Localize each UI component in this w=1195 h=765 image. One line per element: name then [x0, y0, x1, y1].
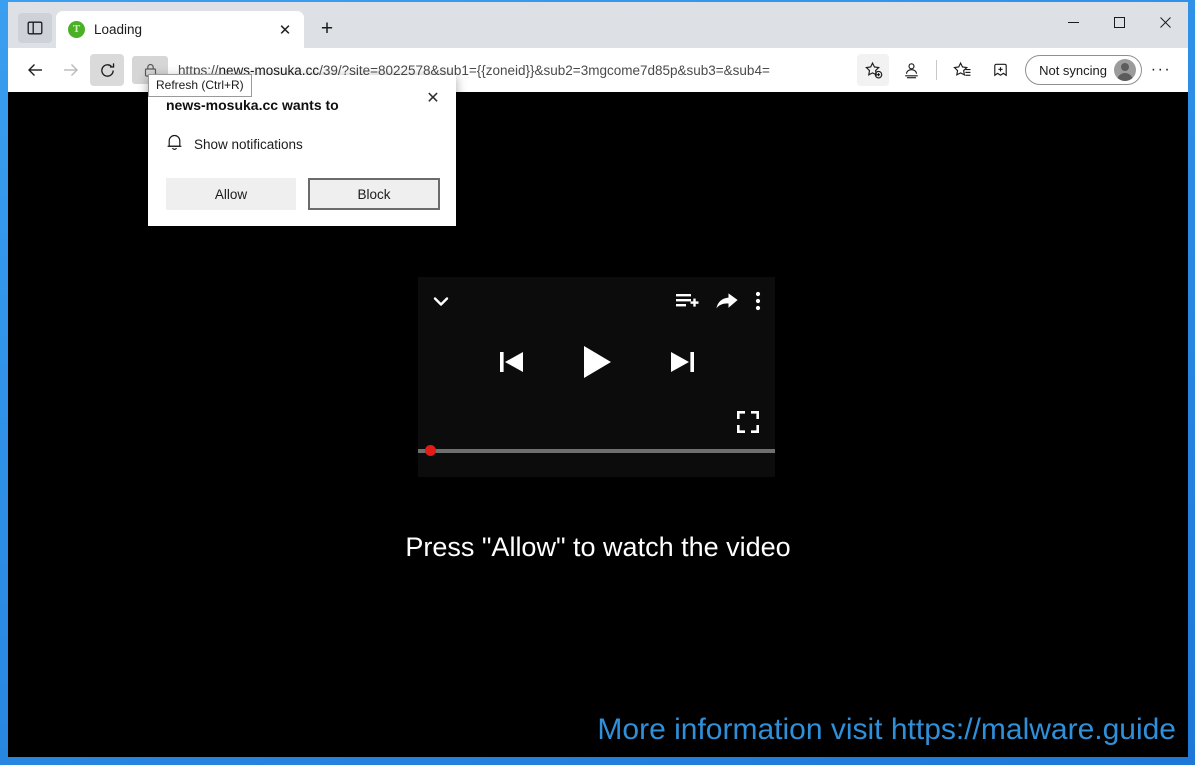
close-popup-icon[interactable]: ✕	[422, 87, 444, 109]
refresh-button[interactable]	[90, 54, 124, 86]
favorites-icon[interactable]	[946, 54, 978, 86]
forward-button	[54, 54, 88, 86]
add-to-queue-icon[interactable]	[675, 290, 699, 312]
previous-track-icon[interactable]	[499, 348, 525, 381]
browser-tab[interactable]: T Loading ✕	[56, 11, 304, 48]
bell-icon	[166, 133, 183, 156]
next-track-icon[interactable]	[669, 348, 695, 381]
tab-strip: T Loading ✕ +	[8, 2, 1188, 48]
player-top-controls	[418, 277, 775, 325]
block-button[interactable]: Block	[308, 178, 440, 210]
toolbar-icons: Not syncing ···	[854, 54, 1180, 86]
favicon-letter: T	[72, 23, 81, 35]
progress-bar[interactable]	[418, 445, 775, 456]
permission-request-row: Show notifications	[166, 133, 440, 156]
player-bottom-controls	[418, 403, 775, 456]
settings-and-more-icon[interactable]: ···	[1145, 54, 1177, 86]
minimize-button[interactable]	[1050, 2, 1096, 43]
back-button[interactable]	[18, 54, 52, 86]
refresh-tooltip: Refresh (Ctrl+R)	[148, 74, 252, 97]
share-icon[interactable]	[715, 290, 739, 312]
play-icon[interactable]	[581, 344, 613, 385]
new-tab-button[interactable]: +	[311, 13, 343, 45]
chevron-down-icon[interactable]	[430, 290, 452, 312]
toolbar-divider	[936, 60, 938, 80]
browser-window: T Loading ✕ + https://news-mosuka.cc/39/…	[8, 2, 1188, 757]
permission-buttons: Allow Block	[166, 178, 440, 210]
fullscreen-icon[interactable]	[737, 411, 759, 438]
tab-search-icon[interactable]	[18, 13, 52, 43]
kebab-menu-icon[interactable]	[755, 290, 761, 312]
progress-scrubber[interactable]	[425, 445, 436, 456]
allow-button[interactable]: Allow	[166, 178, 296, 210]
close-window-button[interactable]	[1142, 2, 1188, 43]
avatar	[1114, 59, 1136, 81]
close-tab-icon[interactable]: ✕	[274, 19, 296, 41]
collections-icon[interactable]	[984, 54, 1016, 86]
browser-essentials-icon[interactable]	[895, 54, 927, 86]
permission-popup-title: news-mosuka.cc wants to	[166, 97, 339, 113]
notification-permission-popup: ✕ news-mosuka.cc wants to Show notificat…	[148, 75, 456, 226]
maximize-button[interactable]	[1096, 2, 1142, 43]
call-to-action-text: Press "Allow" to watch the video	[405, 532, 791, 562]
tab-favicon-icon: T	[68, 21, 85, 38]
video-player[interactable]	[418, 277, 775, 477]
window-controls	[1050, 2, 1188, 43]
watermark-text: More information visit https://malware.g…	[597, 713, 1176, 746]
profile-button[interactable]: Not syncing	[1025, 55, 1142, 85]
tab-title: Loading	[94, 22, 143, 37]
player-transport-controls	[418, 325, 775, 403]
add-favorite-icon[interactable]	[857, 54, 890, 86]
permission-request-label: Show notifications	[194, 137, 303, 152]
profile-label: Not syncing	[1039, 62, 1107, 78]
